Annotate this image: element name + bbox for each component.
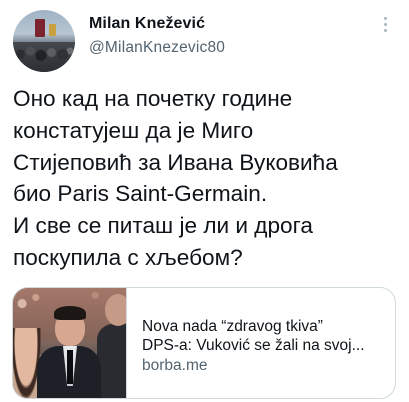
tweet-text-line: констатујеш да је Миго (13, 117, 254, 143)
thumbnail-person-right-head (105, 294, 126, 326)
avatar-crowd (13, 42, 75, 72)
more-dot (383, 22, 387, 26)
link-preview-description[interactable]: DPS-a: Vuković se žali na svoj... (142, 336, 386, 356)
author-handle[interactable]: @MilanKnezevic80 (89, 39, 225, 57)
tweet-text-line: поскупила с хљебом? (13, 244, 243, 270)
author-display-name[interactable]: Milan Knežević (89, 15, 205, 33)
thumbnail-person-center-tie (67, 350, 73, 384)
more-dot (383, 28, 387, 32)
avatar-flag-secondary (49, 24, 56, 36)
thumbnail-person-right-body (97, 324, 126, 398)
link-preview-thumbnail[interactable] (13, 288, 127, 398)
link-preview-title[interactable]: Nova nada “zdravog tkiva” (142, 317, 382, 337)
link-preview-domain[interactable]: borba.me (142, 356, 207, 376)
tweet[interactable]: Milan Knežević @MilanKnezevic80 Оно кад … (0, 0, 409, 402)
tweet-text-line: Стијеповић за Ивана Вуковића (13, 149, 338, 175)
more-options-icon[interactable] (377, 13, 393, 35)
thumbnail-person-center-hair (54, 306, 86, 320)
tweet-text: Оно кад на почетку године констатујеш да… (13, 83, 403, 274)
tweet-text-line: био Paris Saint-Germain. (13, 181, 268, 207)
tweet-text-line: Оно кад на почетку године (13, 86, 293, 111)
avatar-flag (35, 19, 45, 37)
tweet-text-line: И све се питаш је ли и дрога (13, 213, 313, 239)
link-preview-card[interactable]: Nova nada “zdravog tkiva” DPS-a: Vuković… (12, 287, 396, 399)
more-dot (383, 16, 387, 20)
avatar[interactable] (13, 10, 75, 72)
